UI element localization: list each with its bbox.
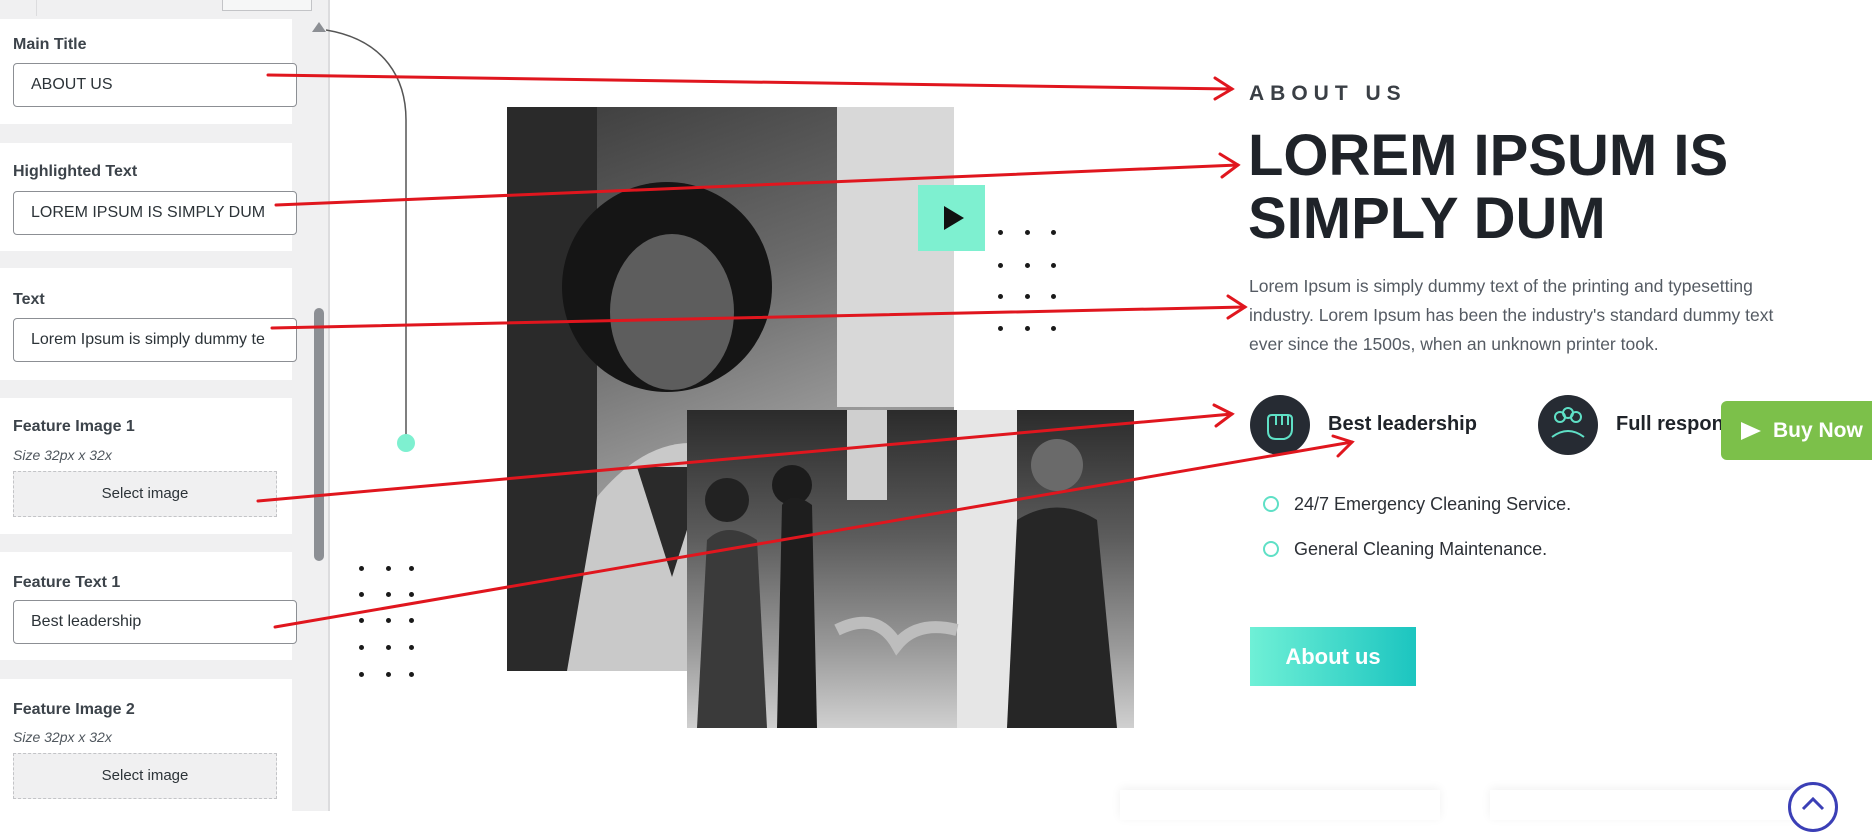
annotation-arrows: [256, 73, 1355, 629]
